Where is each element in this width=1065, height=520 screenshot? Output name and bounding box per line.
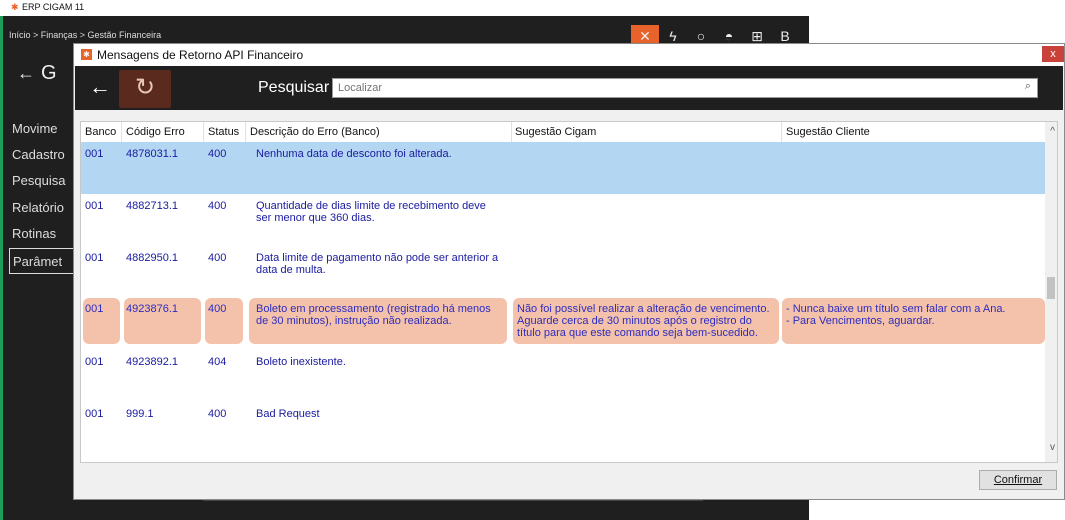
tower-icon[interactable]: ◓: [715, 28, 743, 44]
table-row[interactable]: 001 4923892.1 404 Boleto inexistente.: [81, 350, 1047, 402]
table-row[interactable]: 001 4882713.1 400 Quantidade de dias lim…: [81, 194, 1047, 246]
column-divider[interactable]: [203, 122, 204, 142]
cell-codigo-erro: 4923892.1: [126, 356, 178, 368]
search-box: ⌕: [332, 78, 1038, 98]
sidebar-item-cadastros[interactable]: Cadastro: [9, 142, 79, 168]
cell-status: 400: [208, 303, 227, 315]
dialog-title: Mensagens de Retorno API Financeiro: [97, 48, 304, 62]
sidebar-item-movimentos[interactable]: Movime: [9, 116, 79, 142]
refresh-button[interactable]: ↻: [119, 70, 171, 108]
column-header-sugestao-cliente[interactable]: Sugestão Cliente: [786, 126, 870, 138]
cell-descricao: Boleto em processamento (registrado há m…: [256, 303, 491, 327]
grid-icon[interactable]: ⊞: [743, 28, 771, 45]
column-header-descricao[interactable]: Descrição do Erro (Banco): [250, 126, 380, 138]
sidebar-item-parametros[interactable]: Parâmet: [9, 248, 79, 274]
cell-status: 400: [208, 148, 227, 160]
cell-status: 404: [208, 356, 227, 368]
grid-header: Banco Código Erro Status Descrição do Er…: [81, 122, 1047, 143]
cell-banco: 001: [85, 200, 104, 212]
column-divider[interactable]: [245, 122, 246, 142]
cell-banco: 001: [85, 252, 104, 264]
cell-banco: 001: [85, 148, 104, 160]
lightning-icon[interactable]: ϟ: [659, 28, 687, 44]
table-row[interactable]: 001 4882950.1 400 Data limite de pagamen…: [81, 246, 1047, 298]
search-label: Pesquisar: [258, 79, 330, 96]
back-arrow-icon[interactable]: ←: [17, 63, 35, 84]
scroll-down-icon[interactable]: v: [1050, 442, 1055, 453]
column-divider[interactable]: [781, 122, 782, 142]
sidebar-item-pesquisas[interactable]: Pesquisa: [9, 168, 79, 194]
column-header-codigo-erro[interactable]: Código Erro: [126, 126, 185, 138]
column-header-banco[interactable]: Banco: [85, 126, 116, 138]
scroll-up-icon[interactable]: ^: [1050, 126, 1055, 137]
app-title: ERP CIGAM 11: [22, 2, 85, 12]
arrow-left-icon[interactable]: ←: [89, 75, 111, 99]
cell-descricao: Nenhuma data de desconto foi alterada.: [256, 148, 452, 160]
page-title: G: [41, 62, 57, 84]
cell-status: 400: [208, 408, 227, 420]
scroll-thumb[interactable]: [1047, 277, 1055, 299]
cigam-logo-icon: ✱: [11, 2, 19, 12]
sidebar-item-rotinas[interactable]: Rotinas: [9, 221, 79, 247]
cell-codigo-erro: 4923876.1: [126, 303, 178, 315]
cell-descricao: Quantidade de dias limite de recebimento…: [256, 200, 486, 224]
column-divider[interactable]: [121, 122, 122, 142]
breadcrumb[interactable]: Início > Finanças > Gestão Financeira: [9, 30, 161, 40]
confirm-button-label: Confirmar: [993, 474, 1043, 486]
cell-sugestao-cliente: - Nunca baixe um título sem falar com a …: [786, 303, 1006, 327]
cell-descricao: Data limite de pagamento não pode ser an…: [256, 252, 499, 276]
cell-codigo-erro: 4882950.1: [126, 252, 178, 264]
confirm-button[interactable]: Confirmar: [979, 470, 1057, 490]
dialog-toolbar: ← ↻ Pesquisar ⌕: [75, 66, 1063, 110]
dialog-titlebar: ✱ Mensagens de Retorno API Financeiro x: [74, 44, 1064, 66]
cell-status: 400: [208, 200, 227, 212]
cell-banco: 001: [85, 408, 104, 420]
cell-codigo-erro: 4882713.1: [126, 200, 178, 212]
cell-sugestao-cigam: Não foi possível realizar a alteração de…: [517, 303, 770, 339]
search-icon[interactable]: ⌕: [1025, 80, 1031, 93]
cigam-logo-icon: ✱: [81, 49, 92, 60]
column-header-sugestao-cigam[interactable]: Sugestão Cigam: [515, 126, 596, 138]
table-row[interactable]: 001 999.1 400 Bad Request: [81, 402, 1047, 454]
user-initial[interactable]: B: [771, 28, 799, 44]
cell-descricao: Bad Request: [256, 408, 320, 420]
cell-codigo-erro: 4878031.1: [126, 148, 178, 160]
table-row[interactable]: 001 4878031.1 400 Nenhuma data de descon…: [81, 142, 1047, 194]
circle-icon[interactable]: ○: [687, 28, 715, 44]
app-titlebar: ✱ ERP CIGAM 11: [0, 0, 1065, 16]
cell-banco: 001: [85, 303, 104, 315]
close-button[interactable]: x: [1042, 46, 1064, 62]
sidebar-item-relatorios[interactable]: Relatório: [9, 195, 79, 221]
cell-status: 400: [208, 252, 227, 264]
cell-descricao: Boleto inexistente.: [256, 356, 346, 368]
column-divider[interactable]: [511, 122, 512, 142]
refresh-icon: ↻: [134, 74, 156, 101]
cell-codigo-erro: 999.1: [126, 408, 154, 420]
search-input[interactable]: [335, 79, 1001, 97]
dialog-window: ✱ Mensagens de Retorno API Financeiro x …: [73, 43, 1065, 500]
error-messages-grid: Banco Código Erro Status Descrição do Er…: [80, 121, 1058, 463]
column-header-status[interactable]: Status: [208, 126, 239, 138]
table-row[interactable]: 001 4923876.1 400 Boleto em processament…: [81, 298, 1047, 350]
vertical-scrollbar[interactable]: ^ v: [1045, 122, 1057, 462]
cell-banco: 001: [85, 356, 104, 368]
